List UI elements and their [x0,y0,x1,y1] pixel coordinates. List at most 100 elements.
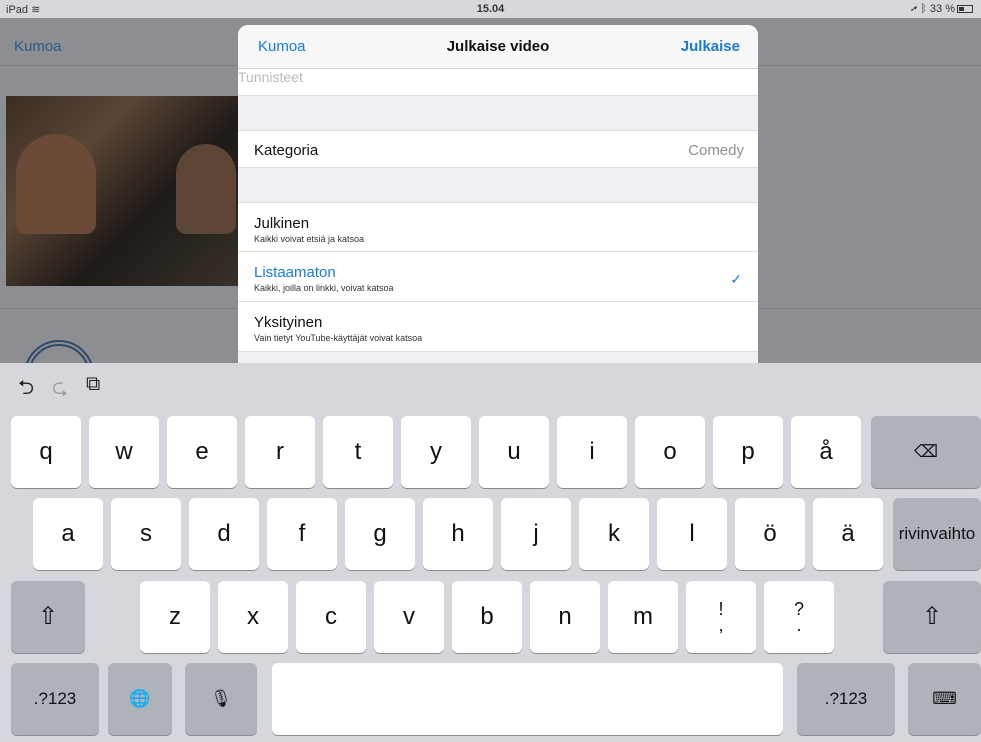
key-n[interactable]: n [530,581,600,653]
key-y[interactable]: y [401,416,471,488]
key-r[interactable]: r [245,416,315,488]
category-label: Kategoria [254,142,319,159]
key-ö[interactable]: ö [735,498,805,570]
privacy-option-public[interactable]: Julkinen Kaikki voivat etsiä ja katsoa [238,202,758,252]
key-label: g [373,520,387,547]
key-u[interactable]: u [479,416,549,488]
privacy-option-title: Yksityinen [254,314,323,331]
clock: 15.04 [476,3,505,15]
key-p[interactable]: p [713,416,783,488]
key-q[interactable]: q [11,416,81,488]
key-label: v [403,603,415,630]
key-label: 🎙 [210,689,232,708]
key-f[interactable]: f [267,498,337,570]
keyboard-shortcut-bar: ⮌ ⮎ ⧉ [0,363,981,408]
key-å[interactable]: å [791,416,861,488]
privacy-option-subtitle: Kaikki, joilla on linkki, voivat katsoa [254,283,394,293]
key-punct-1[interactable]: ?. [764,581,834,653]
publish-button[interactable]: Julkaise [681,38,740,55]
key-z[interactable]: z [140,581,210,653]
numbers-key-right[interactable]: .?123 [797,663,895,735]
key-label: rivinvaihto [898,524,976,543]
key-w[interactable]: w [89,416,159,488]
key-h[interactable]: h [423,498,493,570]
key-label: ⇧ [37,603,59,630]
key-label: u [507,438,521,465]
key-label: w [115,438,133,465]
key-l[interactable]: l [657,498,727,570]
key-label: i [589,438,595,465]
location-icon: ➚ [910,3,918,15]
key-j[interactable]: j [501,498,571,570]
shift-key-left[interactable]: ⇧ [11,581,85,653]
bluetooth-icon: ᛒ [920,3,927,15]
key-label: j [533,520,539,547]
key-i[interactable]: i [557,416,627,488]
category-row[interactable]: Kategoria Comedy [238,130,758,168]
hide-keyboard-key[interactable]: ⌨ [908,663,981,735]
video-figure [176,144,236,234]
numbers-key-left[interactable]: .?123 [11,663,99,735]
backspace-key[interactable]: ⌫ [871,416,981,488]
key-o[interactable]: o [635,416,705,488]
key-label: k [608,520,620,547]
space-key[interactable] [272,663,783,735]
privacy-option-title: Listaamaton [254,264,336,281]
key-label: o [663,438,677,465]
privacy-option-subtitle: Kaikki voivat etsiä ja katsoa [254,234,365,244]
key-label: 🌐 [129,689,151,708]
key-label: e [195,438,209,465]
key-d[interactable]: d [189,498,259,570]
key-g[interactable]: g [345,498,415,570]
key-label: a [61,520,75,547]
key-label: q [39,438,53,465]
key-c[interactable]: c [296,581,366,653]
key-label: , [718,615,724,635]
key-t[interactable]: t [323,416,393,488]
shift-key-right[interactable]: ⇧ [883,581,981,653]
key-punct-0[interactable]: !, [686,581,756,653]
key-label: s [140,520,152,547]
key-label: m [633,603,653,630]
privacy-option-unlisted[interactable]: Listaamaton Kaikki, joilla on linkki, vo… [238,252,758,302]
key-x[interactable]: x [218,581,288,653]
key-label: ä [841,520,855,547]
battery-percent: 33 % [929,3,955,15]
key-label: x [247,603,259,630]
key-label: z [169,603,181,630]
key-label: p [741,438,755,465]
key-m[interactable]: m [608,581,678,653]
tags-field[interactable]: Tunnisteet [238,69,758,96]
privacy-option-private[interactable]: Yksityinen Vain tietyt YouTube-käyttäjät… [238,302,758,352]
key-label: ö [763,520,777,547]
microphone-key[interactable]: 🎙 [185,663,257,735]
key-v[interactable]: v [374,581,444,653]
key-label: h [451,520,465,547]
onscreen-keyboard: ⮌ ⮎ ⧉ q w e r t y u i o p å ⌫ a s d f g h j k l ö ä rivinvaihto… [0,363,981,742]
background-cancel-button: Kumoa [14,38,62,55]
key-label: t [354,438,362,465]
key-label: . [796,615,802,635]
key-b[interactable]: b [452,581,522,653]
paste-icon[interactable]: ⧉ [86,373,100,396]
key-s[interactable]: s [111,498,181,570]
video-figure [16,134,96,234]
undo-icon[interactable]: ⮌ [18,373,34,407]
status-bar: iPad ≋ 15.04 ➚ ᛒ 33 % [0,0,981,18]
key-label: .?123 [33,689,77,708]
return-key[interactable]: rivinvaihto [893,498,981,570]
key-k[interactable]: k [579,498,649,570]
key-label: l [689,520,695,547]
key-a[interactable]: a [33,498,103,570]
checkmark-icon: ✓ [730,271,742,287]
battery-icon [957,5,973,14]
key-e[interactable]: e [167,416,237,488]
globe-key[interactable]: 🌐 [108,663,172,735]
redo-icon[interactable]: ⮎ [52,373,68,407]
key-ä[interactable]: ä [813,498,883,570]
key-label: ⌫ [913,442,939,461]
sheet-nav-bar: Kumoa Julkaise video Julkaise [238,25,758,69]
tags-placeholder: Tunnisteet [238,69,303,85]
key-label: y [430,438,442,465]
privacy-option-title: Julkinen [254,215,310,232]
